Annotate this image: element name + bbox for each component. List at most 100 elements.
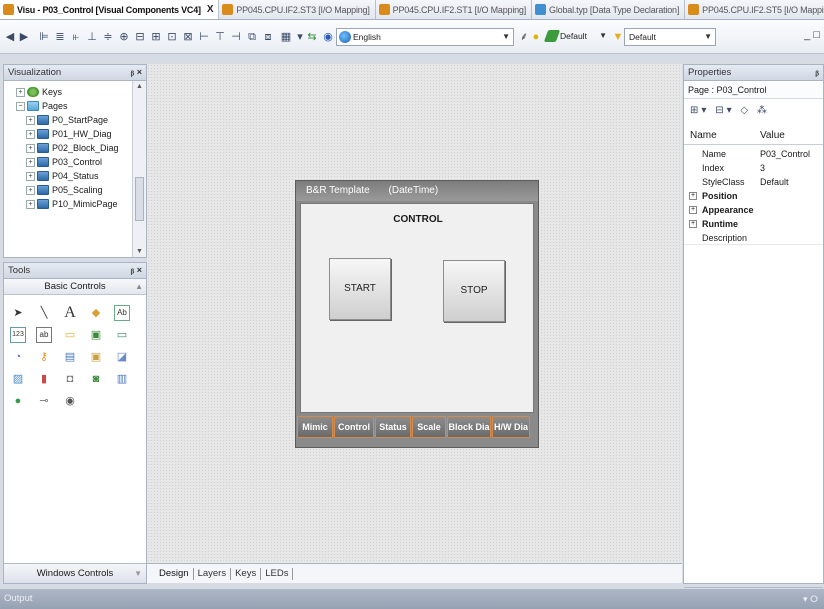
nav-button[interactable]: Block Dia: [447, 416, 491, 438]
line-icon[interactable]: ╲: [36, 305, 52, 321]
property-row[interactable]: StyleClass Default: [684, 175, 823, 189]
windows-controls-header[interactable]: Windows Controls ▼: [4, 563, 146, 583]
nav-button[interactable]: Status: [375, 416, 411, 438]
bring-front-icon[interactable]: ⧉: [246, 30, 258, 44]
visu-page-frame[interactable]: B&R Template (DateTime) CONTROL START ST…: [295, 180, 539, 448]
slider-handle-icon[interactable]: ⊸: [36, 393, 52, 409]
start-button[interactable]: START: [329, 258, 391, 320]
expand-icon[interactable]: +: [26, 171, 35, 181]
document-tab[interactable]: PP045.CPU.IF2.ST1 [I/O Mapping]: [376, 0, 533, 19]
dropdown-small-icon[interactable]: ▾: [294, 30, 306, 44]
align-middle-icon[interactable]: ≑: [102, 30, 114, 44]
scrollbar-thumb[interactable]: [135, 177, 144, 221]
tree-item[interactable]: + P02_Block_Diag: [26, 141, 119, 155]
same-size-icon[interactable]: ⊢: [198, 30, 210, 44]
property-row[interactable]: Name P03_Control: [684, 147, 823, 161]
preview-icon[interactable]: ◉: [322, 30, 334, 44]
property-value[interactable]: Default: [760, 175, 789, 189]
scroll-up-icon[interactable]: ▲: [133, 83, 146, 90]
image-frame-icon[interactable]: ▣: [88, 349, 104, 365]
bulb-tool-icon[interactable]: ●: [10, 393, 26, 409]
output-panel-bar[interactable]: Output ▾ ⵔ: [0, 589, 824, 609]
property-row[interactable]: + Runtime: [684, 217, 823, 231]
tree-scrollbar[interactable]: ▲ ▼: [132, 81, 146, 257]
align-bottom-icon[interactable]: ⊕: [118, 30, 130, 44]
label-icon[interactable]: ab: [36, 327, 52, 343]
property-pages-icon[interactable]: ⁂: [757, 105, 770, 116]
tree-item[interactable]: − Pages: [16, 99, 68, 113]
piechart-icon[interactable]: ◔: [10, 349, 26, 365]
document-tab[interactable]: PP045.CPU.IF2.ST3 [I/O Mapping]: [219, 0, 376, 19]
scroll-up-icon[interactable]: ▲: [135, 279, 143, 294]
expand-icon[interactable]: +: [26, 199, 35, 209]
bulb-icon[interactable]: ●: [530, 30, 542, 44]
scroll-down-icon[interactable]: ▼: [134, 564, 142, 583]
expand-icon[interactable]: +: [689, 220, 697, 228]
document-tab[interactable]: Visu - P03_Control [Visual Components VC…: [0, 0, 220, 19]
expand-icon[interactable]: +: [26, 157, 35, 167]
image-icon[interactable]: ▣: [88, 327, 104, 343]
tree-item[interactable]: + P03_Control: [26, 155, 102, 169]
expand-icon[interactable]: +: [26, 129, 35, 139]
pen-icon[interactable]: ⚷: [36, 349, 52, 365]
button-icon[interactable]: ▭: [114, 327, 130, 343]
editor-tab[interactable]: Design: [155, 567, 194, 580]
pointer-icon[interactable]: ➤: [10, 305, 26, 321]
layout-icon[interactable]: ▤: [62, 349, 78, 365]
connect-icon[interactable]: ⇆: [306, 30, 318, 44]
expand-icon[interactable]: +: [26, 115, 35, 125]
same-width-icon[interactable]: ⊡: [166, 30, 178, 44]
property-row[interactable]: Description: [684, 231, 823, 245]
dial-icon[interactable]: ◉: [62, 393, 78, 409]
scroll-icon[interactable]: ◘: [62, 371, 78, 387]
folder-icon[interactable]: ▭: [62, 327, 78, 343]
align-top-icon[interactable]: ⊥: [86, 30, 98, 44]
expand-icon[interactable]: +: [26, 143, 35, 153]
editor-tab[interactable]: Layers: [194, 567, 232, 580]
panel-pin-close[interactable]: ᵦ ×: [131, 65, 142, 80]
numeric-icon[interactable]: 123: [10, 327, 26, 343]
property-value[interactable]: P03_Control: [760, 147, 810, 161]
panel-pin-close[interactable]: ᵦ ×: [131, 263, 142, 278]
slider-icon[interactable]: ▮: [36, 371, 52, 387]
stop-button[interactable]: STOP: [443, 260, 505, 322]
property-value[interactable]: 3: [760, 161, 765, 175]
style-select-1[interactable]: Default ▼: [543, 28, 610, 46]
style-select-2[interactable]: Default ▼: [624, 28, 716, 46]
nav-button[interactable]: Control: [334, 416, 374, 438]
round-button-icon[interactable]: ◙: [88, 371, 104, 387]
space-vertical-icon[interactable]: ⊞: [150, 30, 162, 44]
property-row[interactable]: + Appearance: [684, 203, 823, 217]
expand-icon[interactable]: +: [689, 206, 697, 214]
list-icon[interactable]: ▥: [114, 371, 130, 387]
space-horizontal-icon[interactable]: ⊟: [134, 30, 146, 44]
window-controls[interactable]: _ □: [804, 29, 820, 41]
document-tab[interactable]: PP045.CPU.IF2.ST5 [I/O Mapping]: [685, 0, 824, 19]
tree-item[interactable]: + Keys: [16, 85, 62, 99]
nav-button[interactable]: Scale: [412, 416, 446, 438]
expand-icon[interactable]: +: [16, 87, 25, 97]
tree-item[interactable]: + P01_HW_Diag: [26, 127, 112, 141]
tree-item[interactable]: + P05_Scaling: [26, 183, 103, 197]
text-tool-icon[interactable]: A: [62, 305, 78, 321]
brush-icon[interactable]: ⸙: [518, 30, 530, 44]
align-right-icon[interactable]: ⫦: [70, 30, 82, 44]
sort-icon[interactable]: ⊟▾: [715, 105, 734, 116]
send-back-icon[interactable]: ⧈: [262, 30, 274, 44]
nav-button[interactable]: H/W Dia: [492, 416, 530, 438]
language-select[interactable]: English ▼: [336, 28, 514, 46]
tree-item[interactable]: + P10_MimicPage: [26, 197, 118, 211]
editor-tab[interactable]: LEDs: [261, 567, 294, 580]
scroll-down-icon[interactable]: ▼: [133, 248, 146, 255]
back-icon[interactable]: ◀: [4, 30, 16, 44]
expand-icon[interactable]: +: [689, 192, 697, 200]
forward-icon[interactable]: ▶: [18, 30, 30, 44]
events-icon[interactable]: ◇: [740, 105, 751, 116]
expand-icon[interactable]: +: [26, 185, 35, 195]
align-left-icon[interactable]: ⊫: [38, 30, 50, 44]
design-canvas[interactable]: B&R Template (DateTime) CONTROL START ST…: [147, 64, 682, 563]
center-horizontal-icon[interactable]: ⊤: [214, 30, 226, 44]
property-row[interactable]: + Position: [684, 189, 823, 203]
editor-tab[interactable]: Keys: [231, 567, 262, 580]
panel-pin[interactable]: ᵦ: [816, 65, 820, 80]
